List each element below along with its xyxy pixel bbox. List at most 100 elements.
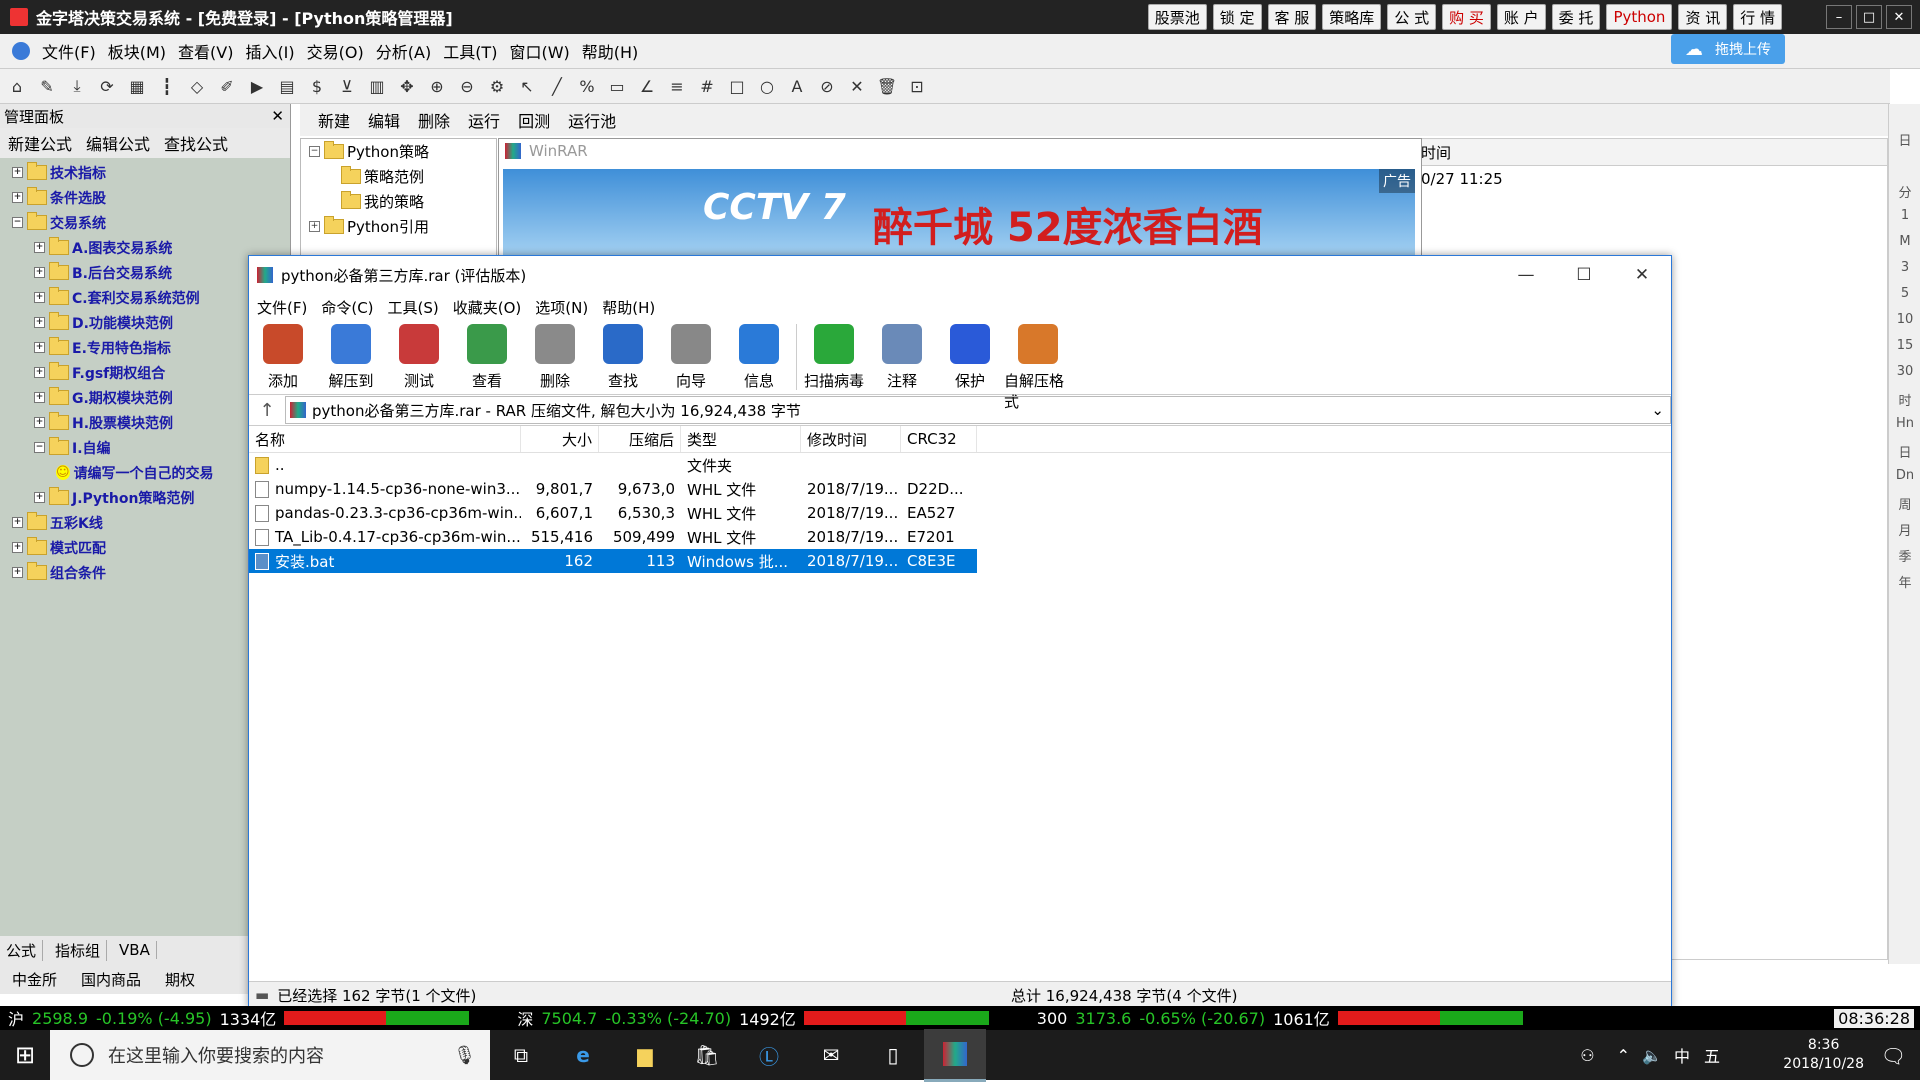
tag-lock[interactable]: 锁 定 — [1212, 4, 1262, 30]
zoom-in-icon[interactable]: ⊕ — [424, 73, 450, 99]
expand-icon[interactable]: + — [12, 567, 23, 578]
task-view-icon[interactable]: ⧉ — [490, 1030, 552, 1080]
edit-icon[interactable]: ✐ — [214, 73, 240, 99]
period-button[interactable]: 季 — [1889, 546, 1920, 572]
menu-block[interactable]: 板块(M) — [108, 39, 166, 63]
tab-domestic-commodity[interactable]: 国内商品 — [81, 969, 141, 990]
tag-python[interactable]: Python — [1606, 4, 1673, 30]
file-row[interactable]: 安装.bat 162 113 Windows 批... 2018/7/19... C8E3… — [249, 549, 977, 573]
menu-analysis[interactable]: 分析(A) — [376, 39, 431, 63]
download-icon[interactable]: ⤓ — [64, 73, 90, 99]
app-l-icon[interactable]: Ⓛ — [738, 1030, 800, 1080]
tab-indicator-group[interactable]: 指标组 — [55, 939, 108, 961]
py-edit-button[interactable]: 编辑 — [368, 108, 400, 132]
period-button[interactable]: 月 — [1889, 520, 1920, 546]
tag-account[interactable]: 账 户 — [1496, 4, 1546, 30]
microphone-icon[interactable]: 🎙 — [453, 1045, 476, 1066]
py-new-button[interactable]: 新建 — [318, 108, 350, 132]
tree-item[interactable]: − 交易系统 — [0, 210, 290, 235]
ime-wubi-indicator[interactable]: 五 — [1704, 1043, 1720, 1067]
winrar-task-icon[interactable] — [924, 1028, 986, 1082]
tree-item[interactable]: + F.gsf期权组合 — [0, 360, 290, 385]
angle-icon[interactable]: ∠ — [634, 73, 660, 99]
rar-tool-button[interactable]: 查看 — [453, 324, 521, 391]
chevron-up-icon[interactable]: ⌃ — [1617, 1046, 1630, 1065]
rar-tool-button[interactable]: 删除 — [521, 324, 589, 391]
rar-tool-button[interactable]: 扫描病毒 — [800, 324, 868, 391]
filter-icon[interactable]: ⊻ — [334, 73, 360, 99]
edit-formula-button[interactable]: 编辑公式 — [86, 131, 150, 155]
file-row[interactable]: numpy-1.14.5-cp36-none-win3... 9,801,7 9,6… — [249, 477, 1671, 501]
home-icon[interactable]: ⌂ — [4, 73, 30, 99]
lock-icon[interactable]: ⊡ — [904, 73, 930, 99]
rar-menu-tools[interactable]: 工具(S) — [388, 297, 439, 318]
mail-icon[interactable]: ✉ — [800, 1030, 862, 1080]
period-button[interactable]: 5 — [1889, 286, 1920, 312]
line-icon[interactable]: ╱ — [544, 73, 570, 99]
period-button[interactable]: 分 — [1889, 182, 1920, 208]
delete-icon[interactable]: ✕ — [844, 73, 870, 99]
col-type[interactable]: 类型 — [681, 426, 801, 452]
expand-icon[interactable]: + — [34, 242, 45, 253]
period-button[interactable]: 日 — [1889, 130, 1920, 156]
col-crc32[interactable]: CRC32 — [901, 426, 977, 452]
play-icon[interactable]: ▶ — [244, 73, 270, 99]
people-icon[interactable]: ⚇ — [1580, 1046, 1594, 1065]
bars-icon[interactable]: ≡ — [664, 73, 690, 99]
tree-item[interactable]: + J.Python策略范例 — [0, 485, 290, 510]
period-button[interactable]: 年 — [1889, 572, 1920, 598]
period-button[interactable]: 1 — [1889, 208, 1920, 234]
tab-options[interactable]: 期权 — [165, 969, 195, 990]
tag-news[interactable]: 资 讯 — [1678, 4, 1728, 30]
text-icon[interactable]: A — [784, 73, 810, 99]
period-button[interactable]: 30 — [1889, 364, 1920, 390]
tag-service[interactable]: 客 服 — [1267, 4, 1317, 30]
expand-icon[interactable]: + — [34, 342, 45, 353]
grid-icon[interactable]: ▦ — [124, 73, 150, 99]
system-clock[interactable]: 8:36 2018/10/28 — [1783, 1036, 1864, 1074]
candle-icon[interactable]: ┇ — [154, 73, 180, 99]
close-icon[interactable]: ✕ — [1613, 256, 1671, 294]
expand-icon[interactable]: + — [34, 392, 45, 403]
find-formula-button[interactable]: 查找公式 — [164, 131, 228, 155]
rar-menu-options[interactable]: 选项(N) — [535, 297, 588, 318]
tag-strategy-lib[interactable]: 策略库 — [1322, 4, 1382, 30]
minimize-icon[interactable]: — — [1497, 256, 1555, 294]
py-tree-examples[interactable]: 策略范例 — [301, 164, 496, 189]
maximize-icon[interactable]: □ — [1856, 5, 1882, 29]
tree-item[interactable]: + 五彩K线 — [0, 510, 290, 535]
py-tree-ref[interactable]: + Python引用 — [301, 214, 496, 239]
move-icon[interactable]: ✥ — [394, 73, 420, 99]
hash-icon[interactable]: # — [694, 73, 720, 99]
circle-icon[interactable]: ○ — [754, 73, 780, 99]
tree-item[interactable]: + C.套利交易系统范例 — [0, 285, 290, 310]
expand-icon[interactable]: + — [34, 417, 45, 428]
rar-menu-file[interactable]: 文件(F) — [257, 297, 307, 318]
rar-tool-button[interactable]: 添加 — [249, 324, 317, 391]
cursor-icon[interactable]: ↖ — [514, 73, 540, 99]
col-packed[interactable]: 压缩后 — [599, 426, 681, 452]
tree-item[interactable]: − I.自编 — [0, 435, 290, 460]
link-icon[interactable]: ⊘ — [814, 73, 840, 99]
diamond-icon[interactable]: ◇ — [184, 73, 210, 99]
trash-icon[interactable]: 🗑 — [874, 73, 900, 99]
expand-icon[interactable]: + — [12, 192, 23, 203]
menu-view[interactable]: 查看(V) — [178, 39, 233, 63]
menu-file[interactable]: 文件(F) — [42, 39, 96, 63]
tag-buy[interactable]: 购 买 — [1442, 4, 1491, 30]
zoom-out-icon[interactable]: ⊖ — [454, 73, 480, 99]
edge-icon[interactable]: e — [552, 1030, 614, 1080]
expand-icon[interactable]: + — [12, 517, 23, 528]
panel-close-icon[interactable]: ✕ — [271, 107, 284, 125]
period-button[interactable]: 15 — [1889, 338, 1920, 364]
store-icon[interactable]: 🛍 — [676, 1030, 738, 1080]
ime-indicator[interactable]: 中 — [1674, 1043, 1690, 1067]
expand-icon[interactable]: + — [34, 317, 45, 328]
tree-item[interactable]: + 技术指标 — [0, 160, 290, 185]
rar-tool-button[interactable]: 注释 — [868, 324, 936, 391]
py-backtest-button[interactable]: 回测 — [518, 108, 550, 132]
rar-tool-button[interactable]: 向导 — [657, 324, 725, 391]
rar-menu-favorites[interactable]: 收藏夹(O) — [453, 297, 522, 318]
chart-icon[interactable]: ▥ — [364, 73, 390, 99]
period-button[interactable] — [1889, 156, 1920, 182]
